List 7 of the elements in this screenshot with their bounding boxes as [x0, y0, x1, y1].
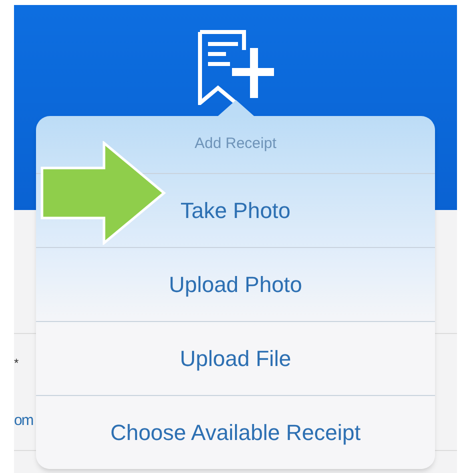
receipt-add-icon [196, 30, 276, 105]
menu-option[interactable]: Upload Photo [36, 247, 435, 321]
popover-title: Add Receipt [194, 134, 276, 154]
menu-option[interactable]: Choose Available Receipt [36, 395, 435, 469]
row-label: om [14, 410, 33, 431]
menu-option[interactable]: Upload File [36, 321, 435, 395]
row-label: * [14, 355, 19, 372]
